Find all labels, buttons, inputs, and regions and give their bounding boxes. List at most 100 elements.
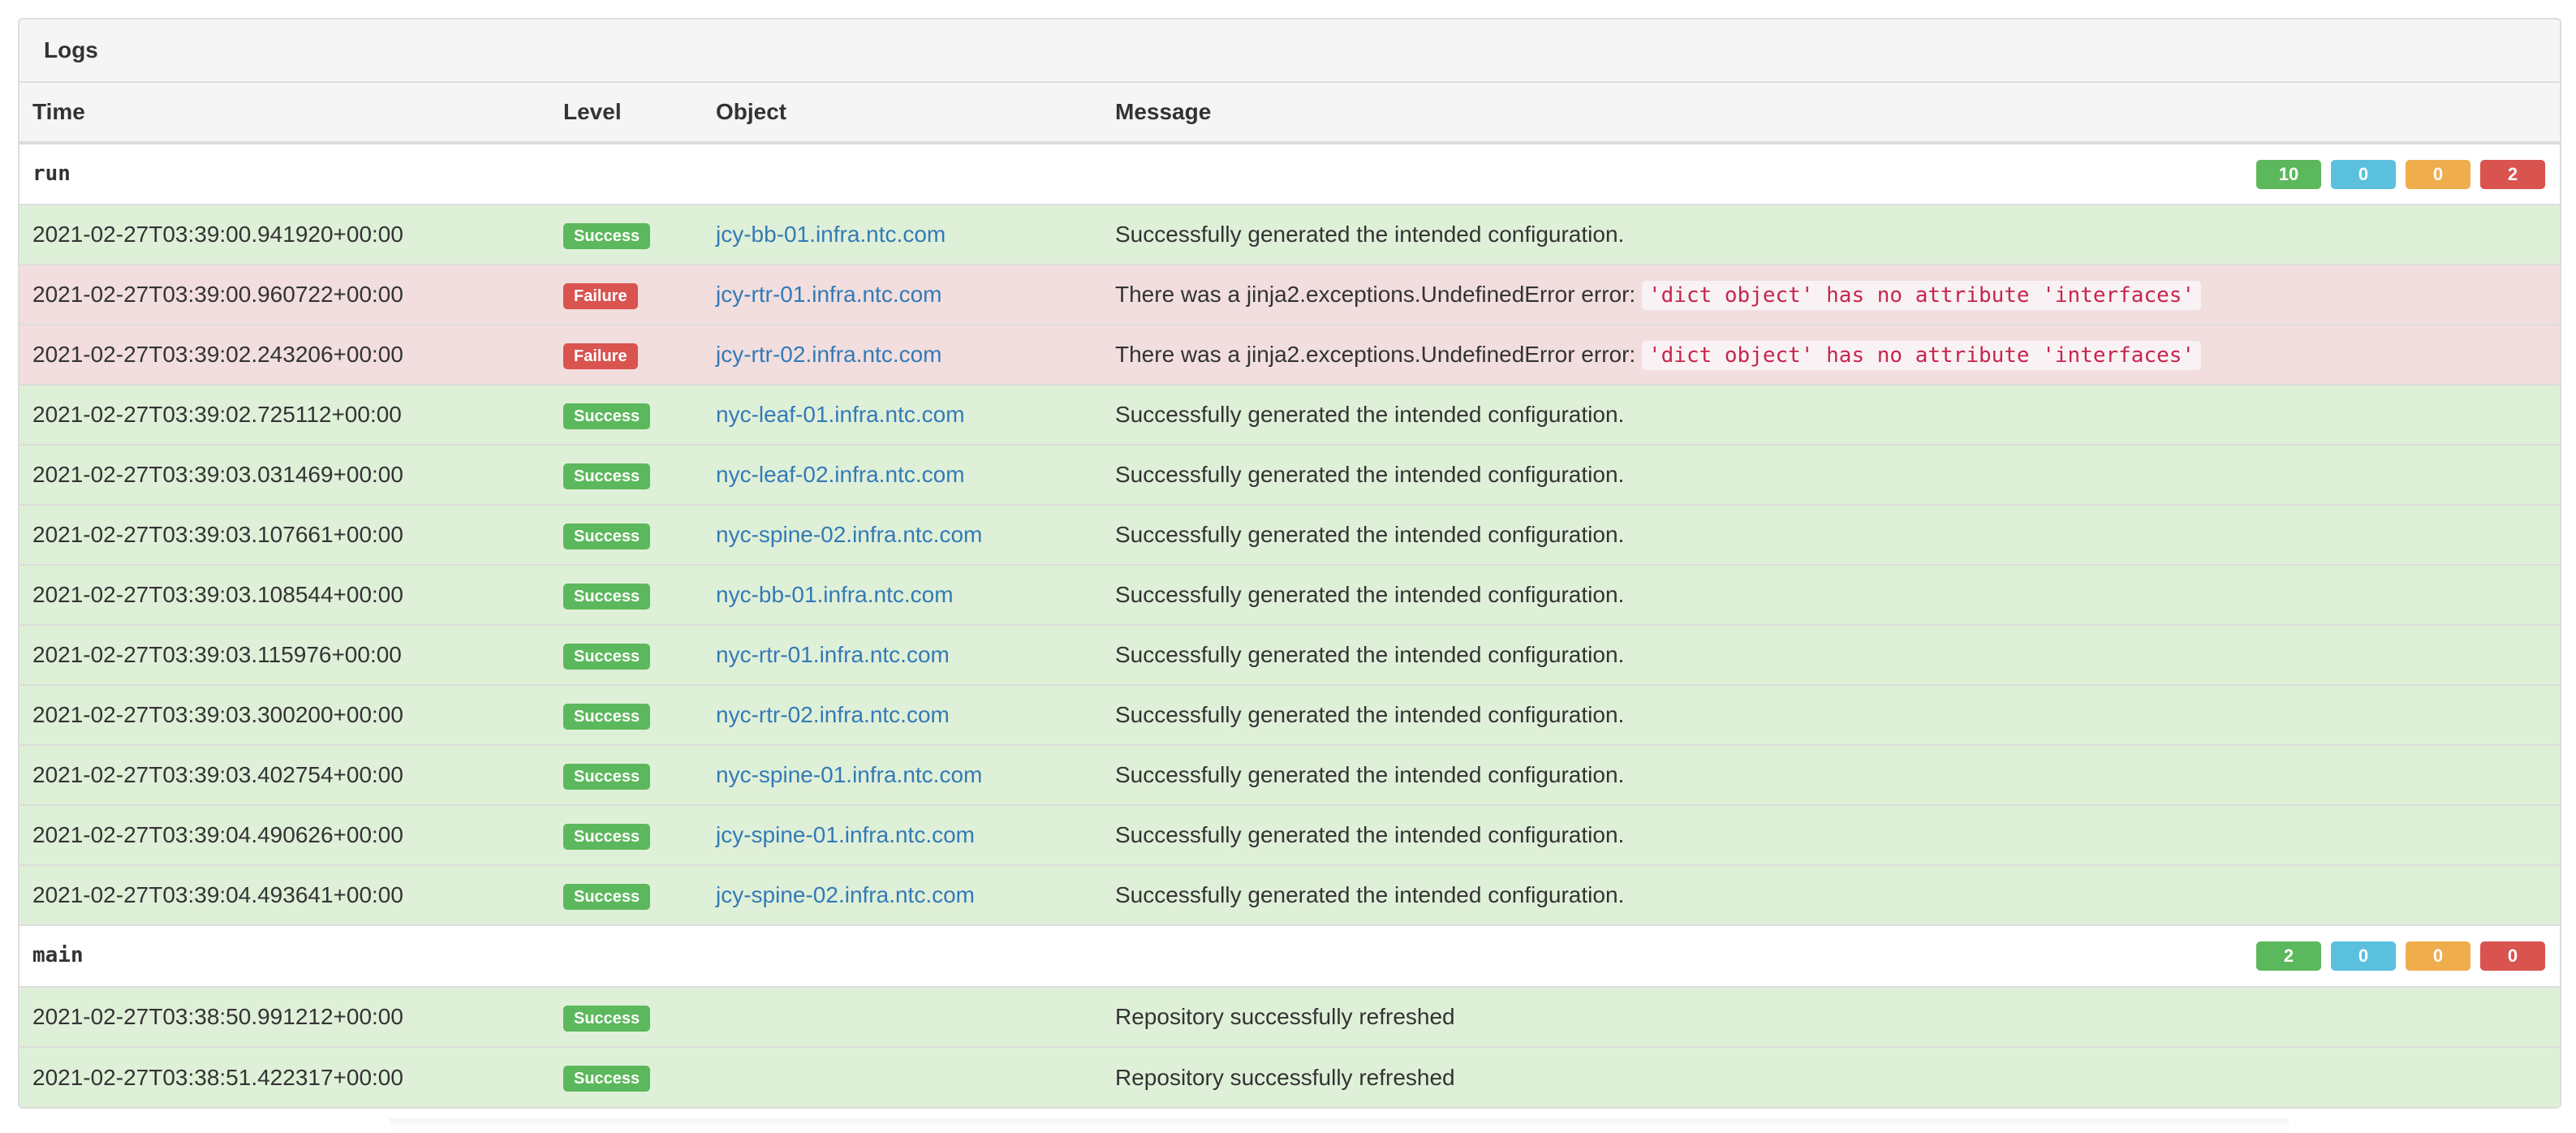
- log-object-cell: [703, 986, 1102, 1047]
- success-level-badge: Success: [563, 763, 651, 790]
- log-row: 2021-02-27T03:39:00.941920+00:00 Success j…: [19, 204, 2560, 265]
- object-link[interactable]: nyc-leaf-02.infra.ntc.com: [716, 462, 965, 487]
- log-row: 2021-02-27T03:39:03.107661+00:00 Success n…: [19, 504, 2560, 565]
- log-row: 2021-02-27T03:38:51.422317+00:00 Success R…: [19, 1046, 2560, 1107]
- table-header-row: Time Level Object Message: [19, 83, 2560, 144]
- log-level-cell: Success: [550, 444, 703, 505]
- log-time: 2021-02-27T03:39:03.108544+00:00: [19, 564, 550, 625]
- log-time: 2021-02-27T03:39:03.300200+00:00: [19, 684, 550, 745]
- log-message-cell: There was a jinja2.exceptions.UndefinedE…: [1102, 264, 2560, 325]
- success-level-badge: Success: [563, 883, 651, 910]
- log-level-cell: Failure: [550, 264, 703, 325]
- column-header-level: Level: [550, 83, 703, 144]
- log-row: 2021-02-27T03:39:03.300200+00:00 Success n…: [19, 684, 2560, 745]
- success-level-badge: Success: [563, 403, 651, 429]
- log-message: Repository successfully refreshed: [1115, 1064, 1455, 1090]
- log-message: There was a jinja2.exceptions.UndefinedE…: [1115, 342, 1636, 367]
- log-row: 2021-02-27T03:39:04.493641+00:00 Success j…: [19, 864, 2560, 925]
- log-row: 2021-02-27T03:38:50.991212+00:00 Success R…: [19, 986, 2560, 1047]
- log-message-cell: Successfully generated the intended conf…: [1102, 564, 2560, 625]
- log-time: 2021-02-27T03:39:02.725112+00:00: [19, 384, 550, 445]
- log-message: Successfully generated the intended conf…: [1115, 582, 1625, 607]
- error-code: 'dict object' has no attribute 'interfac…: [1641, 341, 2202, 370]
- object-link[interactable]: nyc-rtr-02.infra.ntc.com: [716, 702, 950, 727]
- log-time: 2021-02-27T03:39:03.031469+00:00: [19, 444, 550, 505]
- column-header-object: Object: [703, 83, 1102, 144]
- success-level-badge: Success: [563, 583, 651, 610]
- log-message: Successfully generated the intended conf…: [1115, 762, 1625, 787]
- log-message-cell: Successfully generated the intended conf…: [1102, 504, 2560, 565]
- log-row: 2021-02-27T03:39:03.402754+00:00 Success n…: [19, 744, 2560, 805]
- panel-title: Logs: [19, 19, 2560, 83]
- log-level-cell: Success: [550, 684, 703, 745]
- info-count-badge: 0: [2331, 159, 2396, 189]
- log-object-cell: jcy-rtr-02.infra.ntc.com: [703, 324, 1102, 385]
- log-object-cell: nyc-rtr-02.infra.ntc.com: [703, 684, 1102, 745]
- log-object-cell: nyc-leaf-01.infra.ntc.com: [703, 384, 1102, 445]
- log-message: Successfully generated the intended conf…: [1115, 822, 1625, 847]
- log-level-cell: Success: [550, 986, 703, 1047]
- failure-count-badge: 0: [2480, 941, 2545, 971]
- success-level-badge: Success: [563, 1005, 651, 1032]
- object-link[interactable]: jcy-bb-01.infra.ntc.com: [716, 222, 946, 247]
- log-level-cell: Success: [550, 864, 703, 925]
- log-level-cell: Success: [550, 1046, 703, 1107]
- success-level-badge: Success: [563, 703, 651, 730]
- log-message-cell: Repository successfully refreshed: [1102, 1046, 2560, 1107]
- log-time: 2021-02-27T03:39:03.115976+00:00: [19, 624, 550, 685]
- log-time: 2021-02-27T03:38:50.991212+00:00: [19, 986, 550, 1047]
- log-message-cell: Repository successfully refreshed: [1102, 986, 2560, 1047]
- log-message-cell: Successfully generated the intended conf…: [1102, 444, 2560, 505]
- object-link[interactable]: nyc-bb-01.infra.ntc.com: [716, 582, 954, 607]
- log-level-cell: Success: [550, 744, 703, 805]
- log-time: 2021-02-27T03:39:03.107661+00:00: [19, 504, 550, 565]
- log-message: Successfully generated the intended conf…: [1115, 222, 1625, 247]
- column-header-message: Message: [1102, 83, 2560, 144]
- success-level-badge: Success: [563, 222, 651, 249]
- success-level-badge: Success: [563, 463, 651, 489]
- log-row: 2021-02-27T03:39:02.725112+00:00 Success n…: [19, 384, 2560, 445]
- success-level-badge: Success: [563, 523, 651, 549]
- log-object-cell: nyc-spine-01.infra.ntc.com: [703, 744, 1102, 805]
- log-object-cell: jcy-bb-01.infra.ntc.com: [703, 204, 1102, 265]
- log-row: 2021-02-27T03:39:03.108544+00:00 Success n…: [19, 564, 2560, 625]
- object-link[interactable]: nyc-rtr-01.infra.ntc.com: [716, 642, 950, 667]
- object-link[interactable]: nyc-spine-01.infra.ntc.com: [716, 762, 982, 787]
- log-level-cell: Success: [550, 564, 703, 625]
- object-link[interactable]: jcy-spine-02.infra.ntc.com: [716, 882, 975, 907]
- log-level-cell: Failure: [550, 324, 703, 385]
- log-message: Successfully generated the intended conf…: [1115, 402, 1625, 427]
- group-name: main: [32, 943, 84, 967]
- logs-table-body: run 10 0 0 2 2021-02-27T03:39:00.941920+00:00…: [19, 142, 2560, 1107]
- log-message-cell: Successfully generated the intended conf…: [1102, 864, 2560, 925]
- log-object-cell: nyc-bb-01.infra.ntc.com: [703, 564, 1102, 625]
- log-message-cell: Successfully generated the intended conf…: [1102, 684, 2560, 745]
- group-header-cell: run 10 0 0 2: [19, 142, 2560, 205]
- success-count-badge: 2: [2256, 941, 2321, 971]
- log-object-cell: nyc-leaf-02.infra.ntc.com: [703, 444, 1102, 505]
- success-level-badge: Success: [563, 643, 651, 670]
- logs-table: Time Level Object Message run 10 0 0 2 2021-0…: [19, 83, 2560, 1107]
- log-level-cell: Success: [550, 804, 703, 865]
- log-time: 2021-02-27T03:39:00.941920+00:00: [19, 204, 550, 265]
- info-count-badge: 0: [2331, 941, 2396, 971]
- log-object-cell: [703, 1046, 1102, 1107]
- log-level-cell: Success: [550, 384, 703, 445]
- log-object-cell: nyc-rtr-01.infra.ntc.com: [703, 624, 1102, 685]
- log-row: 2021-02-27T03:39:00.960722+00:00 Failure j…: [19, 264, 2560, 325]
- warning-count-badge: 0: [2406, 159, 2470, 189]
- group-header-cell: main 2 0 0 0: [19, 924, 2560, 987]
- log-message: Repository successfully refreshed: [1115, 1004, 1455, 1029]
- log-message: There was a jinja2.exceptions.UndefinedE…: [1115, 282, 1636, 307]
- log-level-cell: Success: [550, 504, 703, 565]
- log-message: Successfully generated the intended conf…: [1115, 702, 1625, 727]
- panel-shadow: [390, 1118, 2289, 1130]
- log-time: 2021-02-27T03:39:02.243206+00:00: [19, 324, 550, 385]
- object-link[interactable]: jcy-rtr-01.infra.ntc.com: [716, 282, 942, 307]
- log-row: 2021-02-27T03:39:04.490626+00:00 Success j…: [19, 804, 2560, 865]
- object-link[interactable]: jcy-spine-01.infra.ntc.com: [716, 822, 975, 847]
- object-link[interactable]: jcy-rtr-02.infra.ntc.com: [716, 342, 942, 367]
- log-object-cell: nyc-spine-02.infra.ntc.com: [703, 504, 1102, 565]
- object-link[interactable]: nyc-leaf-01.infra.ntc.com: [716, 402, 965, 427]
- object-link[interactable]: nyc-spine-02.infra.ntc.com: [716, 522, 982, 547]
